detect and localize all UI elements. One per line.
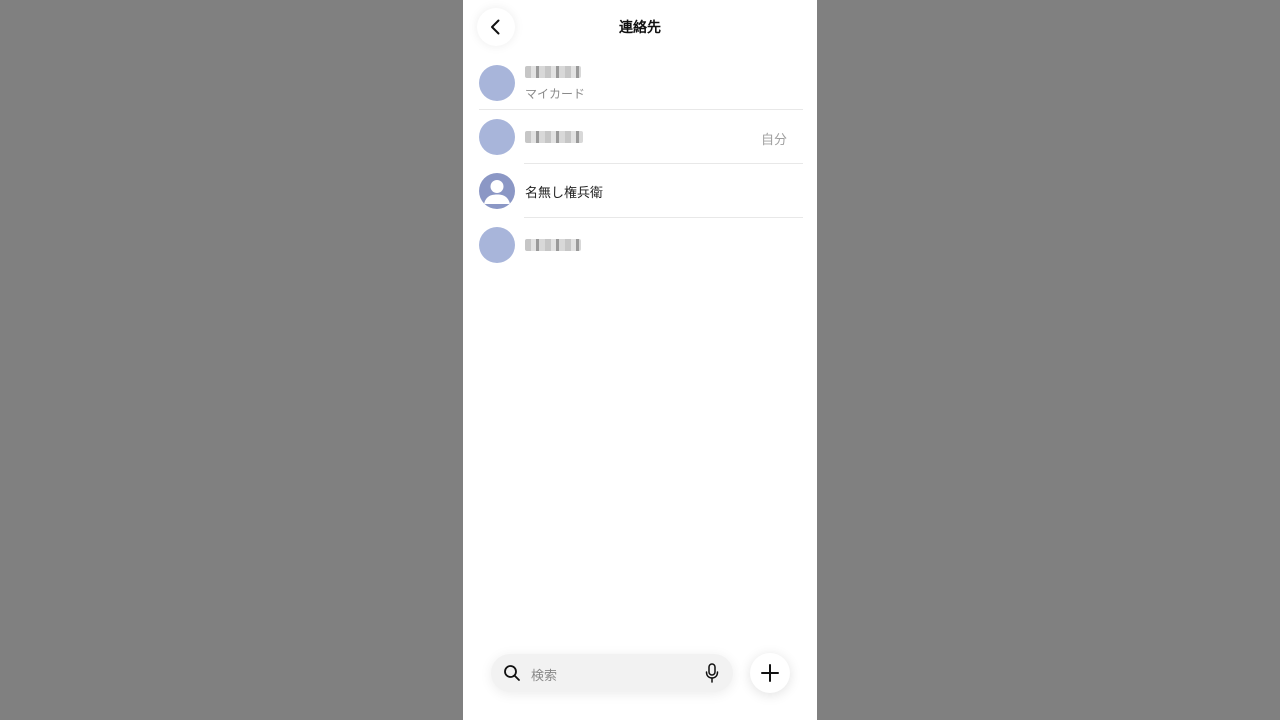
avatar [479, 119, 515, 155]
contact-subtitle: マイカード [525, 87, 586, 101]
bottom-bar: 検索 [463, 640, 817, 710]
contact-name-redacted [525, 131, 583, 143]
contact-name-redacted [525, 239, 581, 251]
microphone-icon[interactable] [705, 663, 719, 683]
contact-name: 名無し権兵衛 [525, 186, 604, 201]
search-icon [504, 665, 520, 681]
self-label: 自分 [760, 133, 787, 148]
contact-row[interactable] [463, 218, 817, 272]
contact-row[interactable]: 名無し権兵衛 [463, 164, 817, 218]
contact-list: マイカード 自分 名無し権兵衛 [463, 56, 817, 272]
contact-row-my-card[interactable]: マイカード [463, 56, 817, 110]
page-title: 連絡先 [619, 20, 661, 36]
plus-icon [761, 664, 779, 682]
person-icon [484, 180, 510, 204]
search-placeholder: 検索 [531, 669, 558, 684]
contact-row-self[interactable]: 自分 [463, 110, 817, 164]
header: 連絡先 [463, 0, 817, 54]
contacts-screen: 連絡先 マイカード 自分 名無し権兵衛 検索 [463, 0, 817, 720]
search-bar[interactable]: 検索 [491, 654, 733, 692]
contact-name-redacted [525, 66, 581, 78]
avatar [479, 227, 515, 263]
avatar [479, 173, 515, 209]
add-contact-button[interactable] [750, 653, 790, 693]
avatar [479, 65, 515, 101]
